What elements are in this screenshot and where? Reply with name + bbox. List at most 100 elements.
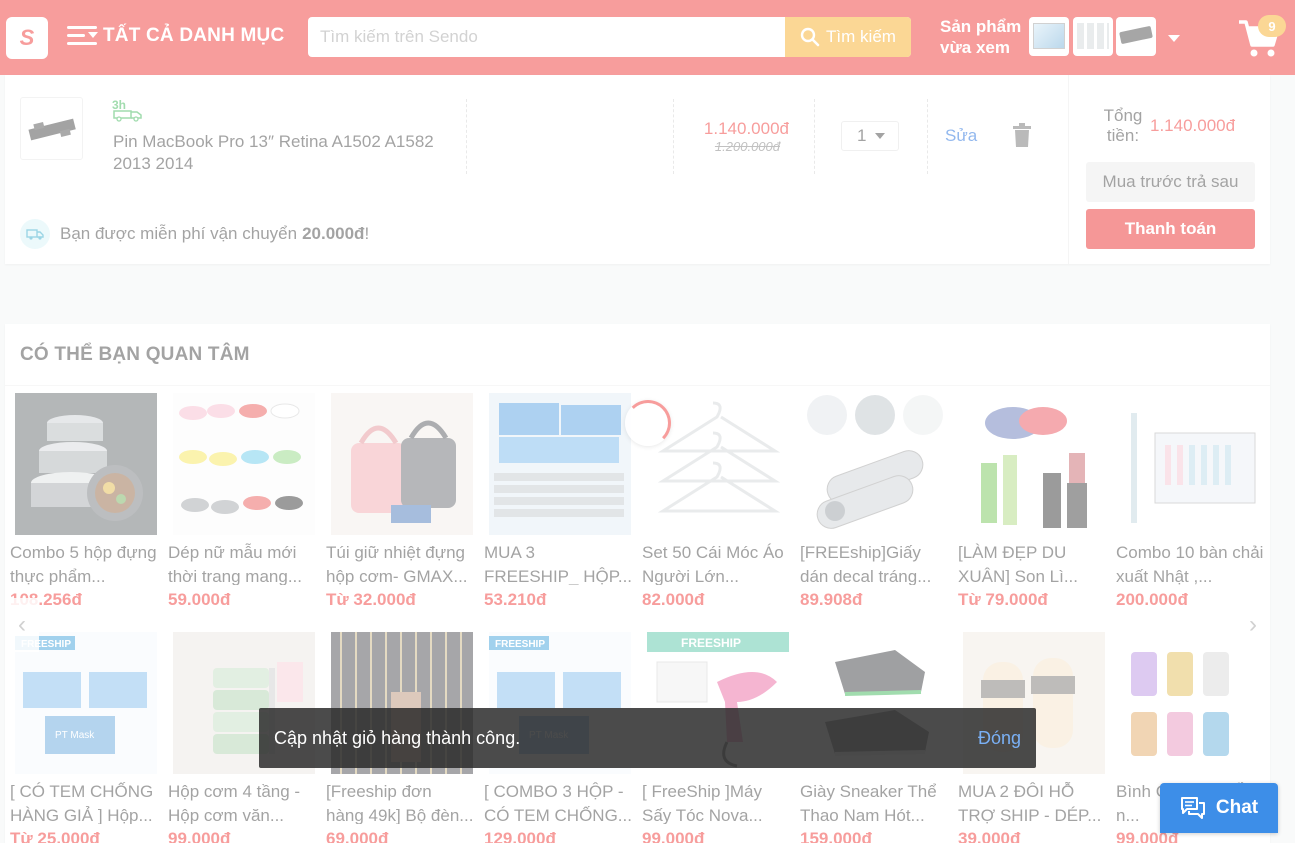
product-price: 129.000đ — [484, 829, 556, 843]
product-image[interactable] — [1121, 632, 1263, 774]
product-card[interactable]: [FREEship]Giấy dán decal tráng... 89.908đ — [798, 393, 948, 613]
product-image[interactable]: FREESHIPPT Mask — [15, 632, 157, 774]
buy-now-pay-later-button[interactable]: Mua trước trả sau — [1086, 162, 1255, 202]
product-image[interactable] — [489, 393, 631, 535]
product-name[interactable]: Giày Sneaker Thể Thao Nam Hót... — [800, 780, 948, 824]
3h-delivery-icon: 3h — [112, 98, 142, 122]
all-categories-button[interactable]: TẤT CẢ DANH MỤC — [67, 24, 284, 48]
truck-icon — [20, 219, 50, 249]
product-price: 82.000đ — [642, 590, 705, 609]
battery-product-icon — [28, 118, 76, 141]
all-categories-label: TẤT CẢ DANH MỤC — [103, 25, 285, 46]
divider — [466, 99, 467, 174]
product-card[interactable]: Combo 5 hộp đựng thực phẩm... 108.256đ — [8, 393, 158, 613]
quantity-select[interactable]: 1 — [841, 121, 899, 151]
product-card[interactable]: Combo 10 bàn chải xuất Nhật ,... 200.000đ — [1114, 393, 1264, 613]
cart-item-price: 1.140.000đ — [703, 119, 789, 138]
loading-spinner — [625, 400, 671, 446]
product-name[interactable]: [ FreeShip ]Máy Sấy Tóc Nova... — [642, 780, 790, 824]
toast-message: Cập nhật giỏ hàng thành công. — [274, 728, 521, 748]
freeship-amount: 20.000đ — [302, 224, 365, 243]
divider — [927, 99, 928, 174]
toast-close-button[interactable]: Đóng — [978, 728, 1021, 749]
product-price: 89.908đ — [800, 590, 863, 609]
product-price: Từ 32.000đ — [326, 590, 416, 609]
search-input[interactable] — [308, 17, 786, 57]
chat-button[interactable]: Chat — [1160, 783, 1278, 833]
product-name[interactable]: [Freeship đơn hàng 49k] Bộ đèn... — [326, 780, 474, 824]
product-price: 200.000đ — [1116, 590, 1188, 609]
product-name[interactable]: Set 50 Cái Móc Áo Người Lớn... — [642, 541, 790, 585]
freeship-suffix: ! — [364, 224, 370, 243]
trash-icon[interactable] — [1012, 123, 1032, 148]
product-price: 69.000đ — [326, 829, 389, 843]
product-name[interactable]: Combo 10 bàn chải xuất Nhật ,... — [1116, 541, 1264, 585]
search-button[interactable]: Tìm kiếm — [785, 17, 911, 57]
product-card[interactable]: Túi giữ nhiệt đựng hộp cơm- GMAX... Từ 32… — [324, 393, 474, 613]
product-price: 99.000đ — [642, 829, 705, 843]
chat-label: Chat — [1215, 797, 1259, 818]
cart-item-name[interactable]: Pin MacBook Pro 13″ Retina A1502 A1582 2… — [113, 131, 463, 175]
divider — [814, 99, 815, 174]
product-name[interactable]: MUA 2 ĐÔI HỖ TRỢ SHIP - DÉP... — [958, 780, 1106, 824]
total-value: 1.140.000đ — [1150, 116, 1236, 135]
product-price: Từ 79.000đ — [958, 590, 1048, 609]
cart-count-badge: 9 — [1258, 15, 1286, 37]
product-name[interactable]: [ COMBO 3 HỘP - CÓ TEM CHỐNG... — [484, 780, 632, 824]
carousel-next-arrow[interactable]: › — [1236, 598, 1270, 652]
svg-text:FREESHIP: FREESHIP — [681, 636, 741, 650]
suggestions-title: CÓ THỂ BẠN QUAN TÂM — [20, 344, 250, 365]
3h-label: 3h — [112, 98, 126, 112]
cart-item-old-price: 1.200.000đ — [714, 139, 780, 154]
product-image[interactable] — [331, 393, 473, 535]
product-price: 99.000đ — [168, 829, 231, 843]
chat-icon — [1180, 797, 1205, 819]
svg-text:PT Mask: PT Mask — [55, 730, 95, 741]
product-name[interactable]: Hộp cơm 4 tầng - Hộp cơm văn... — [168, 780, 316, 824]
product-card[interactable]: FREESHIP PT Mask [ CÓ TEM CHỐNG HÀNG GIẢ ]… — [8, 632, 158, 843]
recently-viewed-label: Sản phẩm vừa xem — [940, 17, 1022, 57]
svg-text:FREESHIP: FREESHIP — [495, 639, 545, 650]
product-name[interactable]: Combo 5 hộp đựng thực phẩm... — [10, 541, 158, 585]
product-name[interactable]: [ CÓ TEM CHỐNG HÀNG GIẢ ] Hộp... — [10, 780, 158, 824]
edit-link[interactable]: Sửa — [945, 126, 977, 146]
product-name[interactable]: [LÀM ĐẸP DU XUÂN] Son Lì... — [958, 541, 1106, 585]
recent-product-thumb[interactable] — [1029, 17, 1069, 56]
recent-product-thumb[interactable] — [1116, 17, 1156, 56]
product-image[interactable] — [15, 393, 157, 535]
summary-divider — [1068, 75, 1069, 264]
product-image[interactable] — [963, 393, 1105, 535]
sendo-logo[interactable]: S — [6, 17, 48, 59]
product-image[interactable] — [805, 393, 947, 535]
product-price: 59.000đ — [168, 590, 231, 609]
product-card[interactable]: [LÀM ĐẸP DU XUÂN] Son Lì... Từ 79.000đ — [956, 393, 1106, 613]
search-button-label: Tìm kiếm — [826, 27, 896, 46]
product-image[interactable] — [173, 393, 315, 535]
freeship-text: Bạn được miễn phí vận chuyển — [60, 224, 298, 243]
product-card[interactable]: Dép nữ mẫu mới thời trang mang... 59.000đ — [166, 393, 316, 613]
total-label: Tổng tiền: — [1103, 106, 1143, 145]
checkout-button[interactable]: Thanh toán — [1086, 209, 1255, 249]
product-card[interactable]: MUA 3 FREESHIP_ HỘP... 53.210đ — [482, 393, 632, 613]
chevron-down-icon — [875, 133, 886, 139]
quantity-value: 1 — [857, 126, 867, 145]
product-price: 159.000đ — [800, 829, 872, 843]
carousel-prev-arrow[interactable]: ‹ — [5, 598, 39, 652]
product-price: 39.000đ — [958, 829, 1021, 843]
product-price: 53.210đ — [484, 590, 547, 609]
cart-item-image[interactable] — [20, 97, 83, 160]
product-name[interactable]: Túi giữ nhiệt đựng hộp cơm- GMAX... — [326, 541, 474, 585]
divider — [5, 385, 1270, 386]
recent-product-thumb[interactable] — [1073, 17, 1113, 56]
cart-panel: 3h Pin MacBook Pro 13″ Retina A1502 A158… — [5, 75, 1270, 264]
freeship-notice: Bạn được miễn phí vận chuyển 20.000đ ! — [20, 219, 369, 249]
product-name[interactable]: MUA 3 FREESHIP_ HỘP... — [484, 541, 632, 585]
product-name[interactable]: Dép nữ mẫu mới thời trang mang... — [168, 541, 316, 585]
recent-dropdown-icon[interactable] — [1168, 35, 1180, 42]
product-name[interactable]: [FREEship]Giấy dán decal tráng... — [800, 541, 948, 585]
product-price: Từ 25.000đ — [10, 829, 100, 843]
divider — [673, 99, 674, 174]
product-image[interactable] — [1121, 393, 1263, 535]
search-box: Tìm kiếm — [308, 17, 911, 57]
search-icon — [800, 27, 820, 47]
